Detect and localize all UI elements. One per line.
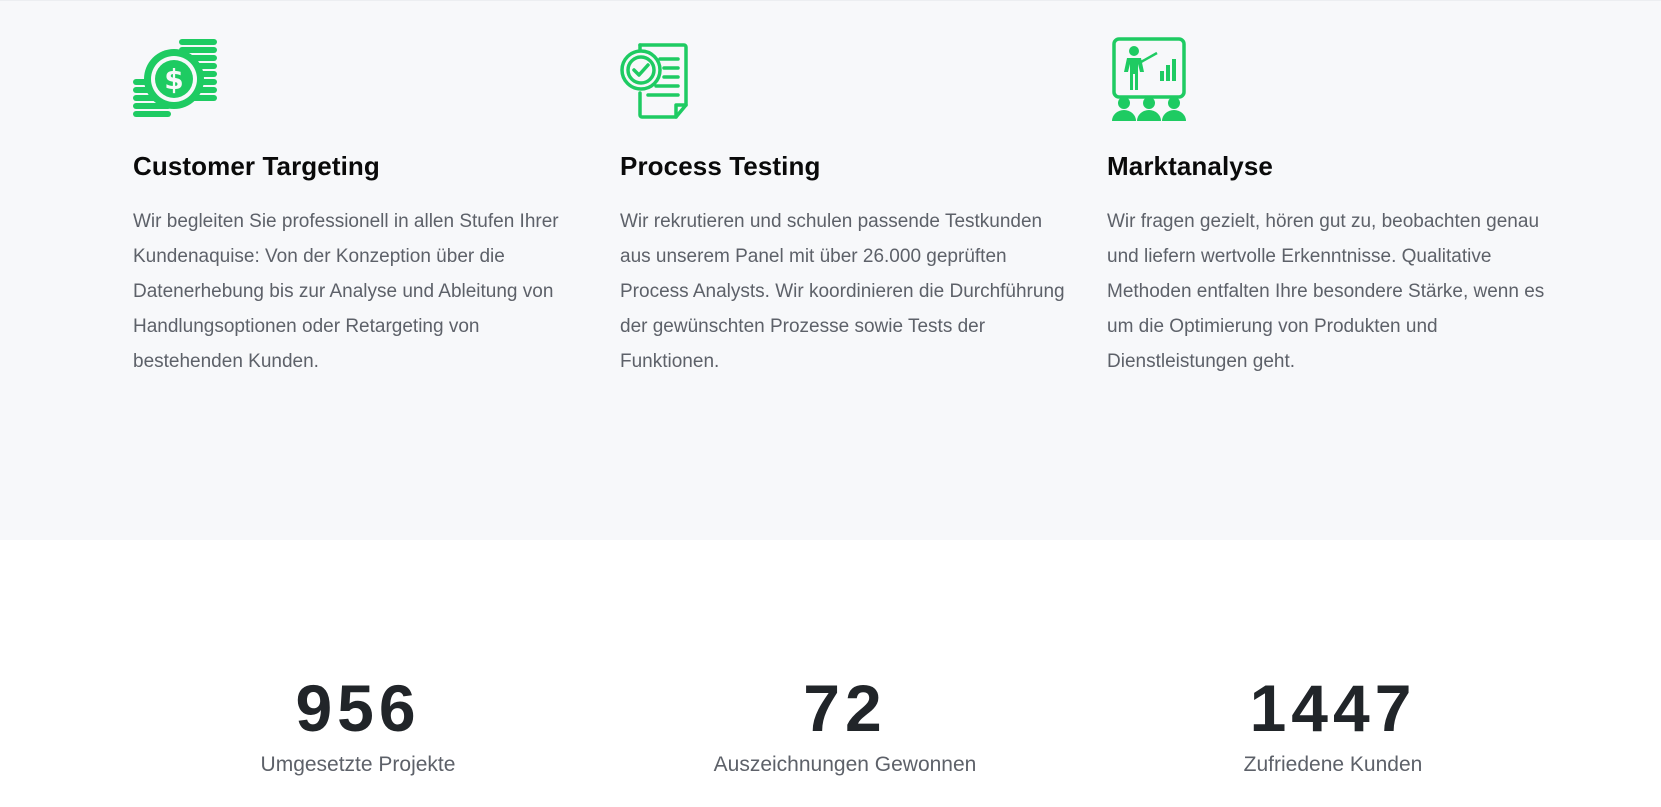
checklist-document-icon (620, 43, 688, 119)
feature-marktanalyse: Marktanalyse Wir fragen gezielt, hören g… (1107, 37, 1557, 372)
feature-description: Wir rekrutieren und schulen passende Tes… (620, 211, 1065, 372)
feature-title: Process Testing (620, 151, 821, 181)
stat-number: 1447 (1249, 671, 1417, 745)
svg-text:$: $ (164, 63, 183, 96)
stat-label: Auszeichnungen Gewonnen (713, 753, 977, 776)
services-section: $ Customer Targeting Wir begleiten Sie p… (0, 0, 1661, 540)
feature-customer-targeting: $ Customer Targeting Wir begleiten Sie p… (133, 37, 583, 372)
feature-description: Wir fragen gezielt, hören gut zu, beobac… (1107, 211, 1545, 372)
feature-title: Customer Targeting (133, 151, 380, 181)
presentation-audience-icon (1112, 37, 1186, 121)
stat-number: 72 (803, 671, 887, 745)
statistics-section: 956 Umgesetzte Projekte 72 Auszeichnunge… (0, 540, 1661, 807)
stat-number: 956 (295, 671, 421, 745)
stat-label: Umgesetzte Projekte (260, 753, 456, 776)
stat-label: Zufriedene Kunden (1243, 753, 1423, 776)
stat-awards: 72 Auszeichnungen Gewonnen (645, 675, 1045, 777)
feature-process-testing: Process Testing Wir rekrutieren und schu… (620, 37, 1070, 372)
feature-description: Wir begleiten Sie professionell in allen… (133, 211, 559, 372)
money-coins-icon: $ (133, 39, 217, 117)
stat-customers: 1447 Zufriedene Kunden (1133, 675, 1533, 777)
feature-title: Marktanalyse (1107, 151, 1273, 181)
stat-projects: 956 Umgesetzte Projekte (158, 675, 558, 777)
